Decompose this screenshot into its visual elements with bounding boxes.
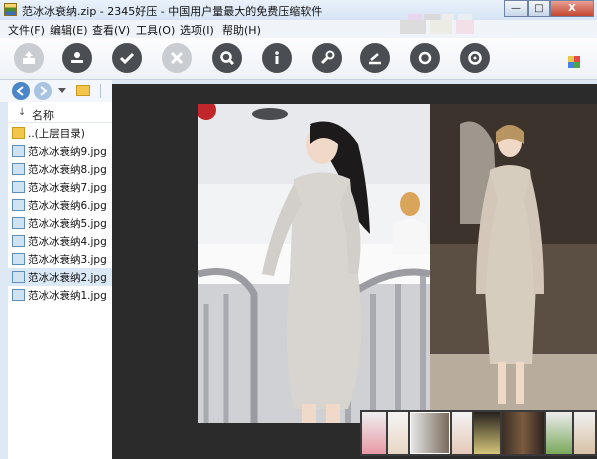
search-icon[interactable]	[212, 43, 242, 73]
jpg-file-icon	[12, 253, 25, 265]
extract-icon[interactable]	[14, 43, 44, 73]
list-item[interactable]: 范冰冰衰纳2.jpg	[8, 268, 112, 286]
menu-options[interactable]: 选项(I)	[180, 22, 214, 38]
wrench-icon[interactable]	[312, 43, 342, 73]
file-name: 范冰冰衰纳6.jpg	[28, 200, 107, 212]
menu-file[interactable]: 文件(F)	[8, 22, 45, 38]
column-label: 名称	[32, 109, 54, 122]
navigation-bar	[0, 80, 112, 102]
minimize-button[interactable]: —	[504, 0, 528, 17]
delete-icon[interactable]	[162, 43, 192, 73]
jpg-file-icon	[12, 199, 25, 211]
jpg-file-icon	[12, 289, 25, 301]
jpg-file-icon	[12, 235, 25, 247]
app-icon	[4, 3, 17, 16]
info-icon[interactable]	[262, 43, 292, 73]
thumbnail[interactable]	[452, 412, 472, 454]
name-column-header[interactable]: ↓ 名称	[8, 106, 112, 123]
list-item[interactable]: 范冰冰衰纳6.jpg	[8, 196, 112, 214]
close-button[interactable]: X	[550, 0, 594, 17]
jpg-file-icon	[12, 217, 25, 229]
sort-arrow-icon: ↓	[18, 107, 27, 118]
forward-icon[interactable]	[34, 82, 52, 100]
thumbnail[interactable]	[474, 412, 500, 454]
jpg-file-icon	[12, 163, 25, 175]
thumbnail[interactable]	[546, 412, 572, 454]
toolbar	[0, 38, 597, 80]
menu-edit[interactable]: 编辑(E)	[50, 22, 88, 38]
list-item[interactable]: 范冰冰衰纳9.jpg	[8, 142, 112, 160]
preview-image	[198, 104, 597, 423]
jpg-file-icon	[12, 145, 25, 157]
back-icon[interactable]	[12, 82, 30, 100]
menu-view[interactable]: 查看(V)	[92, 22, 130, 38]
file-name: 范冰冰衰纳4.jpg	[28, 236, 107, 248]
thumbnail[interactable]	[362, 412, 386, 454]
list-item[interactable]: 范冰冰衰纳4.jpg	[8, 232, 112, 250]
image-preview-panel[interactable]	[112, 84, 597, 459]
list-item[interactable]: 范冰冰衰纳3.jpg	[8, 250, 112, 268]
list-item[interactable]: 范冰冰衰纳1.jpg	[8, 286, 112, 304]
thumbnail[interactable]	[410, 412, 450, 454]
file-name: 范冰冰衰纳1.jpg	[28, 290, 107, 302]
chevron-down-icon[interactable]	[58, 88, 66, 93]
file-name: 范冰冰衰纳5.jpg	[28, 218, 107, 230]
color-grid-icon[interactable]	[568, 56, 580, 68]
file-name: 范冰冰衰纳7.jpg	[28, 182, 107, 194]
thumbnail[interactable]	[574, 412, 595, 454]
list-item[interactable]: 范冰冰衰纳7.jpg	[8, 178, 112, 196]
file-name: 范冰冰衰纳8.jpg	[28, 164, 107, 176]
blurred-area	[400, 20, 426, 34]
file-list: ↓ 名称 ..(上层目录) 范冰冰衰纳9.jpg 范冰冰衰纳8.jpg 范冰冰衰…	[8, 102, 112, 459]
jpg-file-icon	[12, 181, 25, 193]
thumbnail[interactable]	[388, 412, 408, 454]
check-icon[interactable]	[112, 43, 142, 73]
blurred-area	[456, 20, 474, 34]
thumbnail-strip	[360, 410, 597, 456]
list-item[interactable]: 范冰冰衰纳8.jpg	[8, 160, 112, 178]
list-item[interactable]: ..(上层目录)	[8, 124, 112, 142]
menu-bar: 文件(F) 编辑(E) 查看(V) 工具(O) 选项(I) 帮助(H)	[0, 20, 597, 38]
add-icon[interactable]	[62, 43, 92, 73]
file-name: 范冰冰衰纳9.jpg	[28, 146, 107, 158]
compress-icon[interactable]	[360, 43, 390, 73]
menu-help[interactable]: 帮助(H)	[222, 22, 261, 38]
side-strip	[0, 102, 8, 459]
maximize-button[interactable]: □	[528, 0, 550, 17]
list-item[interactable]: 范冰冰衰纳5.jpg	[8, 214, 112, 232]
blurred-area	[430, 20, 452, 34]
window-title: 范冰冰衰纳.zip - 2345好压 - 中国用户量最大的免费压缩软件	[22, 5, 323, 18]
divider	[100, 84, 101, 98]
jpg-file-icon	[12, 271, 25, 283]
folder-up-icon[interactable]	[76, 85, 90, 96]
title-bar: 范冰冰衰纳.zip - 2345好压 - 中国用户量最大的免费压缩软件 — □ …	[0, 0, 597, 24]
disc-icon[interactable]	[460, 43, 490, 73]
refresh-icon[interactable]	[410, 43, 440, 73]
file-name: 范冰冰衰纳3.jpg	[28, 254, 107, 266]
file-name: ..(上层目录)	[28, 128, 85, 140]
file-name: 范冰冰衰纳2.jpg	[28, 272, 107, 284]
folder-icon	[12, 127, 25, 139]
menu-tools[interactable]: 工具(O)	[136, 22, 175, 38]
thumbnail[interactable]	[502, 412, 544, 454]
